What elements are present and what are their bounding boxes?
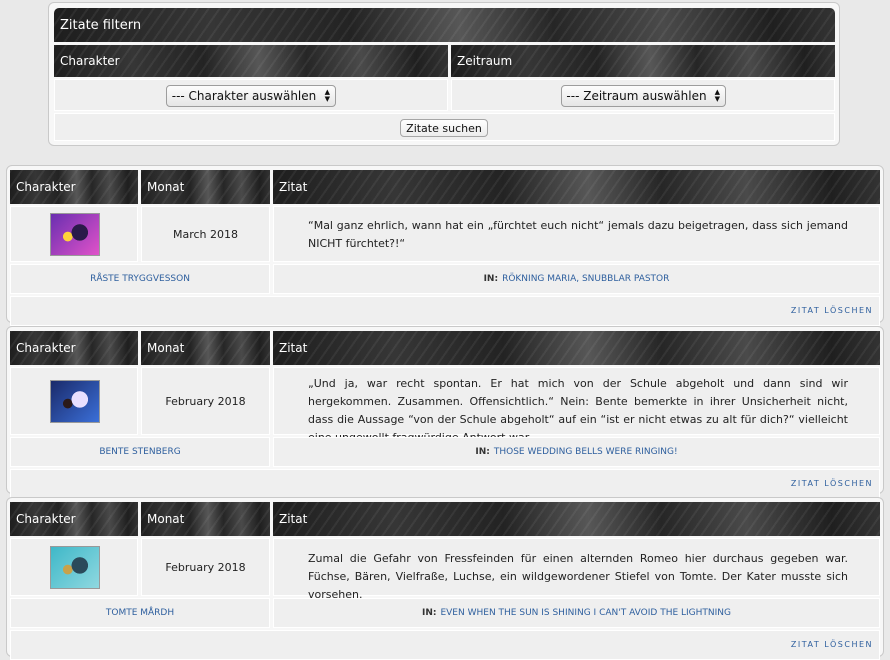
header-character-label: Charakter [16,180,76,194]
delete-quote-link[interactable]: Zitat löschen [791,640,873,649]
month-value: March 2018 [172,227,239,241]
filter-title: Zitate filtern [60,17,142,33]
avatar-cell [10,206,138,262]
filter-header-character-label: Charakter [60,54,120,68]
filter-header-period-label: Zeitraum [457,54,513,68]
quote-cell: „Und ja, war recht spontan. Er hat mich … [273,367,880,444]
in-label: IN: [483,274,499,284]
in-label: IN: [421,608,437,618]
avatar[interactable] [50,379,100,423]
delete-quote-link[interactable]: Zitat löschen [791,306,873,315]
delete-cell: Zitat löschen [10,296,880,326]
header-month: Monat [141,170,270,204]
character-name-cell: Bente Stenberg [10,437,270,467]
month-value: February 2018 [165,394,246,408]
thread-link[interactable]: Those wedding bells were ringing! [494,447,678,457]
quote-text: Zumal die Gefahr von Fressfeinden für ei… [308,552,848,601]
filter-title-bar: Zitate filtern [54,8,835,42]
thread-cell: IN: Rökning Maria, Snubblar Pastor [273,264,880,294]
select-arrows-icon: ▲ ▼ [714,88,720,103]
character-name-cell: Tomte Mårdh [10,598,270,628]
character-link[interactable]: Råste Tryggvesson [90,274,190,284]
thread-link[interactable]: Rökning Maria, Snubblar Pastor [502,274,669,284]
header-quote: Zitat [273,331,880,365]
avatar-cell [10,538,138,596]
character-select-value: --- Charakter auswählen [171,89,317,103]
header-month-label: Monat [147,341,185,355]
character-link[interactable]: Tomte Mårdh [106,608,174,618]
thread-cell: IN: Those wedding bells were ringing! [273,437,880,467]
quote-text: “Mal ganz ehrlich, wann hat ein „fürchte… [308,219,848,250]
period-select-value: --- Zeitraum auswählen [566,89,707,103]
header-character: Charakter [10,502,138,536]
header-quote-label: Zitat [279,180,308,194]
header-month-label: Monat [147,512,185,526]
avatar[interactable] [50,545,100,589]
filter-period-cell: --- Zeitraum auswählen ▲ ▼ [451,79,835,111]
header-character: Charakter [10,331,138,365]
header-month: Monat [141,331,270,365]
character-name-cell: Råste Tryggvesson [10,264,270,294]
header-character-label: Charakter [16,512,76,526]
header-quote: Zitat [273,502,880,536]
header-character: Charakter [10,170,138,204]
month-value: February 2018 [165,560,246,574]
filter-search-cell: Zitate suchen [54,113,835,141]
quote-entry: Charakter Monat Zitat March 2018 “Mal ga… [6,165,884,326]
delete-cell: Zitat löschen [10,469,880,499]
avatar[interactable] [50,212,100,256]
search-quotes-button[interactable]: Zitate suchen [400,119,488,137]
quote-entry: Charakter Monat Zitat February 2018 Zuma… [6,497,884,660]
quote-entry: Charakter Monat Zitat February 2018 „Und… [6,326,884,499]
header-month: Monat [141,502,270,536]
month-cell: February 2018 [141,538,270,596]
thread-cell: IN: Even when the sun is shining I can't… [273,598,880,628]
delete-cell: Zitat löschen [10,630,880,660]
header-quote: Zitat [273,170,880,204]
thread-link[interactable]: Even when the sun is shining I can't avo… [440,608,731,618]
filter-header-character: Charakter [54,45,448,77]
filter-panel: Zitate filtern Charakter Zeitraum --- Ch… [48,2,840,146]
character-link[interactable]: Bente Stenberg [99,447,180,457]
quote-cell: Zumal die Gefahr von Fressfeinden für ei… [273,538,880,601]
filter-character-cell: --- Charakter auswählen ▲ ▼ [54,79,448,111]
quote-cell: “Mal ganz ehrlich, wann hat ein „fürchte… [273,206,880,262]
month-cell: March 2018 [141,206,270,262]
header-quote-label: Zitat [279,341,308,355]
avatar-cell [10,367,138,435]
header-character-label: Charakter [16,341,76,355]
in-label: IN: [475,447,490,457]
period-select[interactable]: --- Zeitraum auswählen ▲ ▼ [561,85,726,107]
header-quote-label: Zitat [279,512,308,526]
select-arrows-icon: ▲ ▼ [324,88,330,103]
character-select[interactable]: --- Charakter auswählen ▲ ▼ [166,85,336,107]
header-month-label: Monat [147,180,185,194]
delete-quote-link[interactable]: Zitat löschen [791,479,873,488]
month-cell: February 2018 [141,367,270,435]
filter-header-period: Zeitraum [451,45,835,77]
